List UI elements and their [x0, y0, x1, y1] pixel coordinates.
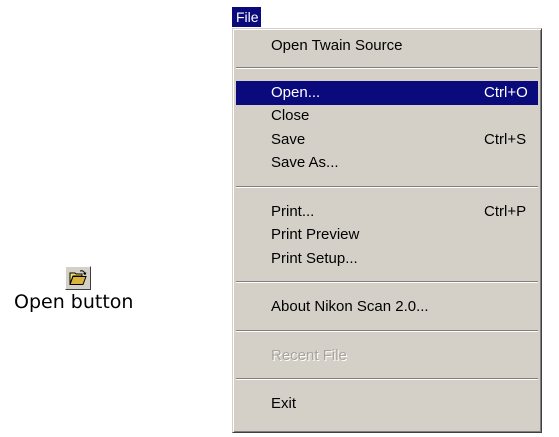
menu-item-recent-file: Recent File — [236, 344, 538, 368]
menu-item-shortcut: Ctrl+P — [484, 203, 527, 220]
file-menu-dropdown: Open Twain Source Open... Ctrl+O Close S… — [232, 28, 542, 433]
menu-item-open-twain-source[interactable]: Open Twain Source — [236, 34, 538, 58]
menu-item-label: Save — [271, 131, 306, 148]
menu-item-label: Print... — [271, 203, 315, 220]
menu-separator — [236, 378, 538, 380]
menu-item-save-as[interactable]: Save As... — [236, 151, 538, 175]
menu-item-open[interactable]: Open... Ctrl+O — [236, 81, 538, 105]
menu-item-label: Print Preview — [271, 226, 360, 243]
menu-separator — [236, 186, 538, 188]
menu-item-label: Open... — [271, 84, 321, 101]
open-button[interactable] — [65, 266, 91, 290]
menu-item-label: Recent File — [271, 347, 347, 364]
menu-item-print-setup[interactable]: Print Setup... — [236, 247, 538, 271]
menu-item-label: Exit — [271, 395, 297, 412]
menu-item-label: Open Twain Source — [271, 37, 403, 54]
menu-item-print-preview[interactable]: Print Preview — [236, 223, 538, 247]
menu-item-shortcut: Ctrl+O — [484, 84, 528, 101]
open-folder-icon — [69, 270, 87, 285]
open-button-caption: Open button — [14, 291, 134, 313]
menu-separator — [236, 67, 538, 69]
menu-item-shortcut: Ctrl+S — [484, 131, 527, 148]
menu-item-label: About Nikon Scan 2.0... — [271, 298, 429, 315]
menu-separator — [236, 281, 538, 283]
menu-item-save[interactable]: Save Ctrl+S — [236, 128, 538, 152]
menu-item-exit[interactable]: Exit — [236, 392, 538, 416]
menu-item-label: Close — [271, 107, 310, 124]
menu-item-close[interactable]: Close — [236, 104, 538, 128]
menu-item-label: Save As... — [271, 154, 339, 171]
menu-item-label: Print Setup... — [271, 250, 358, 267]
file-menu-title[interactable]: File — [232, 7, 261, 27]
menu-item-about[interactable]: About Nikon Scan 2.0... — [236, 295, 538, 319]
menu-item-print[interactable]: Print... Ctrl+P — [236, 200, 538, 224]
menu-separator — [236, 330, 538, 332]
